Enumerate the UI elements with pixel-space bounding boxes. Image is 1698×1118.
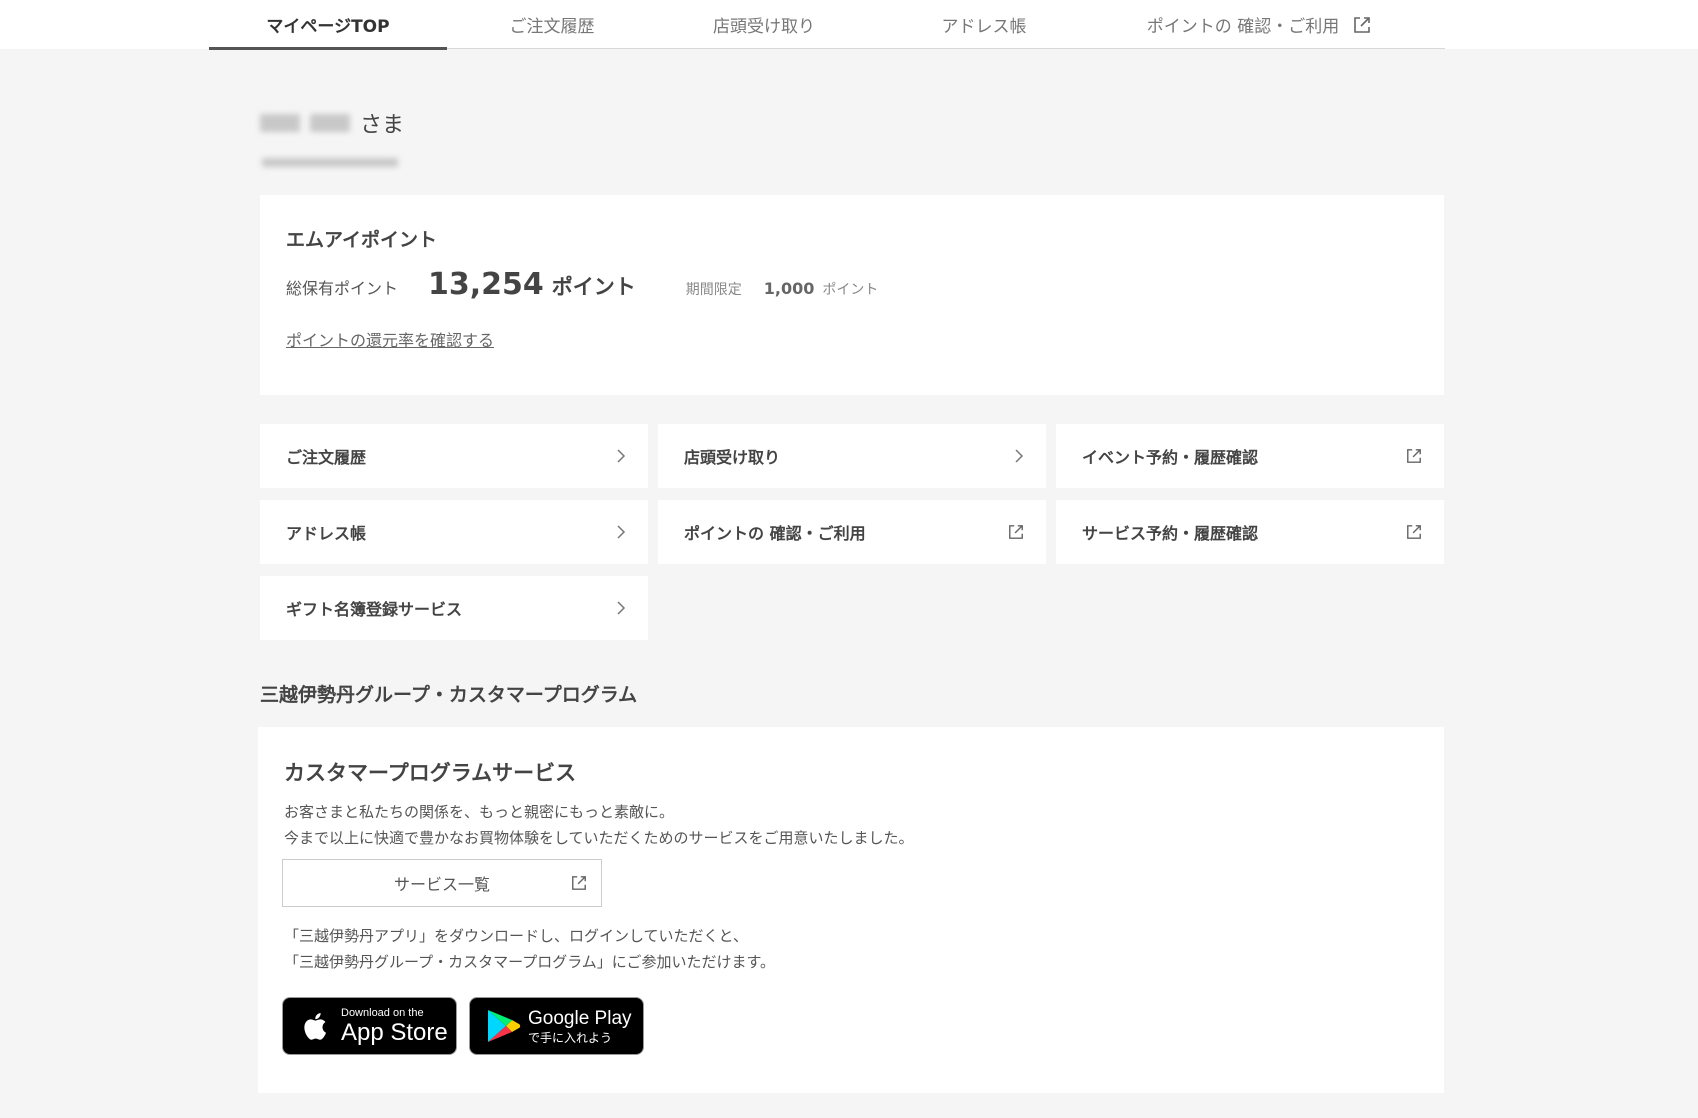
chevron-right-icon	[1014, 449, 1024, 463]
top-navigation-bar: マイページTOP ご注文履歴 店頭受け取り アドレス帳 ポイントの 確認・ご利用	[0, 0, 1698, 50]
blurred-first-name	[310, 114, 350, 132]
menu-item-service-reservation[interactable]: サービス予約・履歴確認	[1056, 500, 1444, 564]
google-play-text: Google Play で手に入れよう	[528, 1009, 632, 1044]
external-link-icon	[571, 875, 587, 891]
tab-store-pickup[interactable]: 店頭受け取り	[657, 0, 871, 49]
menu-item-label: ポイントの 確認・ご利用	[684, 524, 866, 543]
menu-item-label: アドレス帳	[286, 524, 367, 543]
total-points-label: 総保有ポイント	[286, 279, 399, 298]
chevron-right-icon	[616, 525, 626, 539]
external-link-icon	[1008, 524, 1024, 540]
tab-mypage-top[interactable]: マイページTOP	[209, 0, 447, 50]
total-points-value: 13,254	[428, 267, 544, 302]
limited-points-value: 1,000	[763, 279, 815, 298]
app-store-badge[interactable]: Download on the App Store	[282, 997, 457, 1055]
external-link-icon	[1406, 524, 1422, 540]
blurred-last-name	[260, 114, 300, 132]
tab-list: マイページTOP ご注文履歴 店頭受け取り アドレス帳 ポイントの 確認・ご利用	[209, 0, 1445, 50]
tab-label: ポイントの 確認・ご利用	[1146, 17, 1340, 37]
app-desc-line: 「三越伊勢丹アプリ」をダウンロードし、ログインしていただくと、	[284, 927, 748, 945]
google-play-badge[interactable]: Google Play で手に入れよう	[469, 997, 644, 1055]
blurred-email	[262, 158, 398, 167]
service-list-label: サービス一覧	[393, 875, 490, 894]
menu-item-label: イベント予約・履歴確認	[1082, 448, 1259, 467]
app-store-big-text: App Store	[341, 1018, 448, 1046]
program-desc-line: お客さまと私たちの関係を、もっと親密にもっと素敵に。	[284, 803, 675, 821]
tab-points[interactable]: ポイントの 確認・ご利用	[1097, 0, 1421, 49]
menu-item-store-pickup[interactable]: 店頭受け取り	[658, 424, 1046, 488]
google-play-big-text: Google Play	[528, 1007, 632, 1029]
section-title: 三越伊勢丹グループ・カスタマープログラム	[260, 684, 638, 706]
app-store-text: Download on the App Store	[341, 1006, 448, 1046]
external-link-icon	[1406, 448, 1422, 464]
menu-item-order-history[interactable]: ご注文履歴	[260, 424, 648, 488]
program-desc-line: 今まで以上に快適で豊かなお買物体験をしていただくためのサービスをご用意いたしまし…	[284, 829, 914, 847]
program-title: カスタマープログラムサービス	[284, 761, 577, 785]
menu-item-gift-registry[interactable]: ギフト名簿登録サービス	[260, 576, 648, 640]
points-card: エムアイポイント 総保有ポイント 13,254 ポイント 期間限定 1,000 …	[260, 195, 1444, 395]
app-desc-line: 「三越伊勢丹グループ・カスタマープログラム」にご参加いただけます。	[284, 953, 775, 971]
app-description: 「三越伊勢丹アプリ」をダウンロードし、ログインしていただくと、 「三越伊勢丹グル…	[284, 923, 775, 975]
program-description: お客さまと私たちの関係を、もっと親密にもっと素敵に。 今まで以上に快適で豊かなお…	[284, 799, 914, 851]
total-points-unit: ポイント	[551, 275, 636, 299]
limited-points-label: 期間限定	[685, 282, 742, 298]
tab-label: マイページTOP	[266, 17, 390, 37]
menu-item-label: ギフト名簿登録サービス	[286, 600, 463, 619]
point-rate-link[interactable]: ポイントの還元率を確認する	[286, 327, 494, 351]
menu-item-label: サービス予約・履歴確認	[1082, 524, 1259, 543]
menu-item-event-reservation[interactable]: イベント予約・履歴確認	[1056, 424, 1444, 488]
external-link-icon	[1353, 16, 1371, 34]
menu-item-label: ご注文履歴	[286, 448, 367, 467]
customer-program-card: カスタマープログラムサービス お客さまと私たちの関係を、もっと親密にもっと素敵に…	[258, 727, 1444, 1093]
service-list-button[interactable]: サービス一覧	[282, 859, 602, 907]
chevron-right-icon	[616, 601, 626, 615]
chevron-right-icon	[616, 449, 626, 463]
menu-item-points[interactable]: ポイントの 確認・ご利用	[658, 500, 1046, 564]
google-play-icon	[482, 1006, 522, 1046]
menu-item-label: 店頭受け取り	[684, 448, 781, 467]
tab-label: アドレス帳	[941, 17, 1027, 37]
points-summary: 総保有ポイント 13,254 ポイント 期間限定 1,000 ポイント	[286, 267, 878, 302]
apple-icon	[295, 1006, 335, 1046]
google-play-small-text: で手に入れよう	[528, 1030, 613, 1045]
user-name: さま	[260, 108, 404, 138]
tab-address-book[interactable]: アドレス帳	[871, 0, 1097, 49]
tab-label: 店頭受け取り	[713, 17, 815, 37]
limited-points-unit: ポイント	[822, 282, 879, 298]
app-store-small-text: Download on the	[341, 1006, 424, 1019]
name-suffix: さま	[360, 113, 405, 138]
menu-grid: ご注文履歴 店頭受け取り イベント予約・履歴確認 アドレス帳 ポイントの 確認・…	[260, 424, 1444, 640]
tab-label: ご注文履歴	[509, 17, 595, 37]
points-title: エムアイポイント	[286, 229, 438, 251]
menu-item-address-book[interactable]: アドレス帳	[260, 500, 648, 564]
user-email	[262, 152, 398, 171]
tab-order-history[interactable]: ご注文履歴	[447, 0, 657, 49]
